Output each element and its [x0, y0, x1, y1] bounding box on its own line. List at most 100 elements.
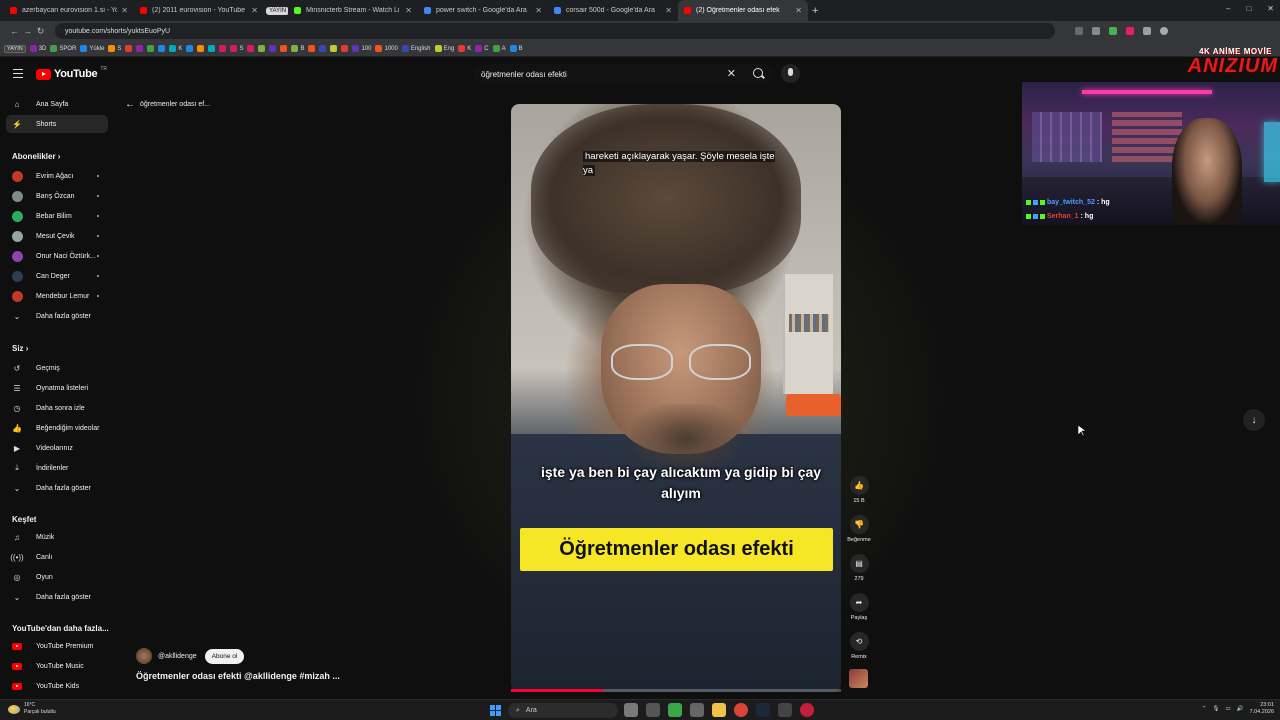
bookmark-star-icon[interactable] [1092, 27, 1100, 35]
sidebar-item[interactable]: ↺ Geçmiş [6, 359, 108, 377]
forward-icon[interactable]: → [21, 26, 34, 36]
browser-tab[interactable]: azerbaycan eurovision 1.si - Yo ✕ [4, 0, 134, 21]
minimize-icon[interactable]: – [1226, 4, 1230, 13]
search-input[interactable]: öğretmenler odası efekti ✕ [473, 64, 773, 84]
browser-tab[interactable]: corsair 500d - Google'da Ara ✕ [548, 0, 678, 21]
xbox-icon[interactable] [668, 703, 682, 717]
close-window-icon[interactable]: ✕ [1267, 4, 1274, 13]
sound-thumbnail[interactable] [849, 669, 868, 688]
short-video-player[interactable] [511, 104, 841, 692]
bookmark-item[interactable]: YAYIN [4, 44, 26, 53]
explorer-icon[interactable] [624, 703, 638, 717]
sidebar-section-header[interactable]: YouTube'dan daha fazla... [12, 624, 109, 633]
bookmark-item[interactable] [219, 45, 227, 52]
bookmark-item[interactable]: A [492, 45, 506, 52]
sidebar-item[interactable]: ▶ Videolarınız [6, 439, 108, 457]
url-input[interactable]: youtube.com/shorts/yuktsEuoPyU [55, 23, 1055, 39]
browser-tab[interactable]: (2) 2011 eurovision - YouTube ✕ [134, 0, 264, 21]
channel-avatar[interactable] [136, 648, 152, 664]
profile-icon[interactable] [1160, 27, 1168, 35]
menu-icon[interactable] [13, 69, 23, 78]
clear-search-icon[interactable]: ✕ [727, 67, 736, 80]
volume-icon[interactable]: 🔊 [1237, 706, 1244, 712]
subscription-item[interactable]: Bebar Bilim [6, 207, 108, 225]
opera-icon[interactable] [800, 703, 814, 717]
chevron-up-icon[interactable]: ⌃ [1202, 706, 1207, 712]
sidebar-item[interactable]: YouTube Premium [6, 637, 108, 655]
bookmark-item[interactable]: 100 [352, 45, 371, 52]
reload-icon[interactable]: ↻ [34, 26, 47, 37]
back-to-search[interactable]: ← öğretmenler odası ef... [125, 99, 210, 110]
sidebar-item-home[interactable]: ⌂ Ana Sayfa [6, 95, 108, 113]
close-tab-icon[interactable]: ✕ [535, 6, 542, 15]
channel-handle[interactable]: @akllidenge [158, 653, 197, 660]
close-tab-icon[interactable]: ✕ [665, 6, 672, 15]
bookmark-item[interactable]: 1000 [375, 45, 398, 52]
bookmark-item[interactable] [330, 45, 338, 52]
sidebar-item[interactable]: ◎ Oyun [6, 568, 108, 586]
sidebar-item[interactable]: YouTube Music [6, 657, 108, 675]
bookmark-item[interactable] [319, 45, 327, 52]
dislike-button[interactable]: 👎 Beğenme [847, 515, 871, 543]
bookmark-item[interactable]: K [169, 45, 182, 52]
bookmark-item[interactable] [197, 45, 205, 52]
voice-search-icon[interactable] [781, 64, 800, 83]
close-tab-icon[interactable]: ✕ [405, 6, 412, 15]
sidebar-item[interactable]: ♫ Müzik [6, 528, 108, 546]
bookmark-item[interactable]: B [291, 45, 304, 52]
bookmark-item[interactable]: SPOR [50, 45, 76, 52]
bookmark-item[interactable] [208, 45, 216, 52]
extension-icon[interactable] [1143, 27, 1151, 35]
extension-icon[interactable] [1075, 27, 1083, 35]
bookmark-item[interactable]: C [475, 45, 489, 52]
browser-tab[interactable]: Minsnicterb Stream - Watch Li ✕ [288, 0, 418, 21]
close-tab-icon[interactable]: ✕ [121, 6, 128, 15]
bookmark-item[interactable]: English [401, 45, 431, 52]
extension-icon[interactable] [1126, 27, 1134, 35]
show-more-button[interactable]: ⌄ Daha fazla göster [6, 307, 108, 325]
close-tab-icon[interactable]: ✕ [795, 6, 802, 15]
sidebar-item[interactable]: ⌄ Daha fazla göster [6, 588, 108, 606]
bookmark-item[interactable]: Yükle [80, 45, 104, 52]
next-video-button[interactable]: ↓ [1243, 409, 1265, 431]
subscription-item[interactable]: Onur Naci Öztürk... [6, 247, 108, 265]
sidebar-item[interactable]: 👍 Beğendiğim videolar [6, 419, 108, 437]
like-button[interactable]: 👍 15 B [847, 476, 871, 504]
remix-button[interactable]: ⟲ Remix [847, 632, 871, 660]
new-tab-icon[interactable]: + [812, 5, 818, 17]
bookmark-item[interactable] [247, 45, 255, 52]
steam-icon[interactable] [756, 703, 770, 717]
settings-icon[interactable] [690, 703, 704, 717]
subscription-item[interactable]: Evrim Ağacı [6, 167, 108, 185]
bookmark-item[interactable] [147, 45, 155, 52]
subscribe-button[interactable]: Abone ol [204, 648, 245, 664]
bookmark-item[interactable] [308, 45, 316, 52]
sidebar-item[interactable]: ⌄ Daha fazla göster [6, 479, 108, 497]
clock[interactable]: 23:01 7.04.2026 [1250, 702, 1274, 716]
video-title[interactable]: Öğretmenler odası efekti @akllidenge #mi… [136, 671, 340, 681]
sidebar-item[interactable]: ⤓ İndirilenler [6, 459, 108, 477]
back-icon[interactable]: ← [8, 26, 21, 36]
bookmark-item[interactable]: B [509, 45, 523, 52]
bookmark-item[interactable] [269, 45, 277, 52]
subscription-item[interactable]: Mendebur Lemur [6, 287, 108, 305]
subscription-item[interactable]: Mesut Çevik [6, 227, 108, 245]
sidebar-section-header[interactable]: Keşfet [12, 515, 36, 524]
bookmark-item[interactable] [341, 45, 349, 52]
youtube-logo[interactable]: YouTube TR [36, 66, 107, 80]
bookmark-item[interactable]: Eng [434, 45, 454, 52]
subscription-item[interactable]: Barış Özcan [6, 187, 108, 205]
bookmark-item[interactable] [186, 45, 194, 52]
bookmark-item[interactable] [258, 45, 266, 52]
task-view-icon[interactable] [646, 703, 660, 717]
share-button[interactable]: ➦ Paylaş [847, 593, 871, 621]
network-icon[interactable]: ▭ [1225, 706, 1230, 712]
mic-icon[interactable]: 🎙 [1212, 706, 1219, 712]
folder-icon[interactable] [712, 703, 726, 717]
subscription-item[interactable]: Can Deger [6, 267, 108, 285]
bookmark-item[interactable] [136, 45, 144, 52]
taskbar-search[interactable]: ⌕ Ara [508, 703, 618, 718]
bookmark-item[interactable] [280, 45, 288, 52]
browser-tab[interactable]: (2) Öğretmenler odası efek ✕ [678, 0, 808, 21]
weather-widget[interactable]: 16°C Parçalı bulutlu [8, 702, 56, 716]
